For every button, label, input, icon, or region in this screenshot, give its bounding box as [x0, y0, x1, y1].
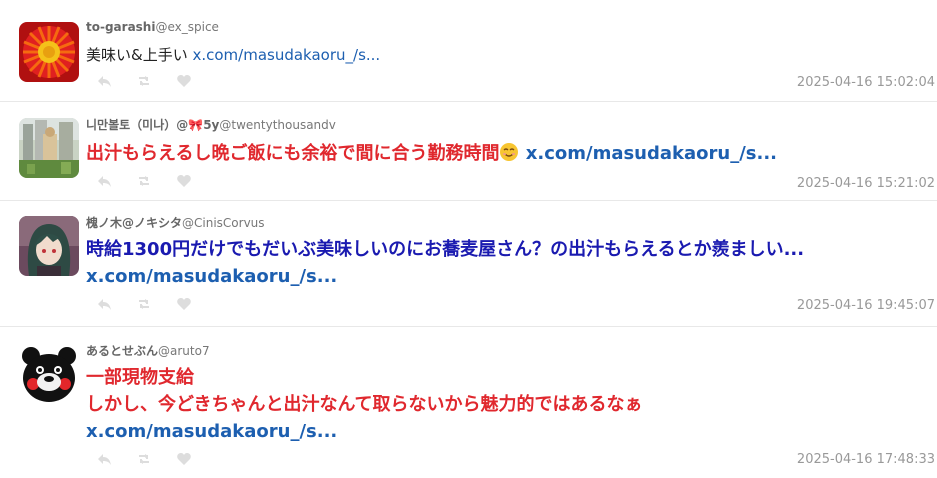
handle[interactable]: @twentythousandv — [219, 118, 336, 132]
heart-icon[interactable] — [176, 73, 216, 89]
author-line: 니만볼토（미나）@🎀5y@twentythousandv — [86, 116, 336, 133]
tweet-actions — [96, 73, 216, 89]
tweet-body-text-line1: 一部現物支給 — [86, 367, 194, 388]
tweet-link[interactable]: x.com/masudakaoru_/s... — [86, 266, 337, 287]
retweet-icon[interactable] — [136, 173, 176, 189]
tweet-feed: to-garashi@ex_spice 美味い&上手い x.com/masuda… — [0, 0, 937, 478]
tweet-item: to-garashi@ex_spice 美味い&上手い x.com/masuda… — [0, 0, 937, 102]
display-name[interactable]: あるとせぶん — [86, 344, 158, 358]
tweet-body-text: 美味い&上手い — [86, 46, 188, 64]
tweet-item: あるとせぶん@aruto7 一部現物支給 しかし、今どきちゃんと出汁なんて取らな… — [0, 327, 937, 478]
avatar[interactable] — [19, 118, 79, 178]
display-name[interactable]: 니만볼토（미나）@ — [86, 118, 188, 132]
tweet-link[interactable]: x.com/masudakaoru_/s... — [192, 46, 380, 64]
tweet-text: 時給1300円だけでもだいぶ美味しいのにお蕎麦屋さん？の出汁もらえるとか羨ましい… — [86, 236, 927, 290]
relieved-face-icon — [500, 143, 519, 161]
timestamp[interactable]: 2025-04-16 15:02:04 — [797, 75, 935, 90]
reply-icon[interactable] — [96, 451, 136, 467]
bow-icon: 🎀 — [188, 118, 204, 132]
tweet-body-text-line2: しかし、今どきちゃんと出汁なんて取らないから魅力的ではあるなぁ — [86, 394, 643, 415]
tweet-actions — [96, 451, 216, 467]
retweet-icon[interactable] — [136, 451, 176, 467]
display-name[interactable]: to-garashi — [86, 20, 155, 34]
tweet-item: 니만볼토（미나）@🎀5y@twentythousandv 出汁もらえるし晩ご飯に… — [0, 102, 937, 201]
avatar[interactable] — [19, 344, 79, 404]
timestamp[interactable]: 2025-04-16 17:48:33 — [797, 452, 935, 467]
tweet-body-text: だけでもだいぶ美味しいのにお蕎麦屋さん？の出汁もらえるとか羨ましい... — [190, 239, 805, 260]
tweet-text: 出汁もらえるし晩ご飯にも余裕で間に合う勤務時間 x.com/masudakaor… — [86, 140, 927, 167]
tweet-body-text: 出汁もらえるし晩ご飯にも余裕で間に合う勤務時間 — [86, 143, 500, 164]
tweet-link[interactable]: x.com/masudakaoru_/s... — [526, 143, 777, 164]
handle[interactable]: @ex_spice — [155, 20, 218, 34]
display-name[interactable]: 槐ノ木@ノキシタ — [86, 216, 182, 230]
handle[interactable]: @aruto7 — [158, 344, 210, 358]
author-line: 槐ノ木@ノキシタ@CinisCorvus — [86, 214, 265, 231]
retweet-icon[interactable] — [136, 296, 176, 312]
heart-icon[interactable] — [176, 173, 216, 189]
author-line: あるとせぶん@aruto7 — [86, 342, 210, 359]
heart-icon[interactable] — [176, 296, 216, 312]
avatar[interactable] — [19, 22, 79, 82]
reply-icon[interactable] — [96, 73, 136, 89]
heart-icon[interactable] — [176, 451, 216, 467]
timestamp[interactable]: 2025-04-16 15:21:02 — [797, 176, 935, 191]
handle[interactable]: @CinisCorvus — [182, 216, 265, 230]
reply-icon[interactable] — [96, 296, 136, 312]
tweet-link[interactable]: x.com/masudakaoru_/s... — [86, 421, 337, 442]
tweet-actions — [96, 173, 216, 189]
author-line: to-garashi@ex_spice — [86, 20, 219, 34]
reply-icon[interactable] — [96, 173, 136, 189]
tweet-item: 槐ノ木@ノキシタ@CinisCorvus 時給1300円だけでもだいぶ美味しいの… — [0, 201, 937, 327]
retweet-icon[interactable] — [136, 73, 176, 89]
tweet-text: 一部現物支給 しかし、今どきちゃんと出汁なんて取らないから魅力的ではあるなぁ x… — [86, 364, 927, 445]
timestamp[interactable]: 2025-04-16 19:45:07 — [797, 298, 935, 313]
tweet-text: 美味い&上手い x.com/masudakaoru_/s... — [86, 44, 927, 65]
avatar[interactable] — [19, 216, 79, 276]
display-name-tail[interactable]: 5y — [203, 118, 219, 132]
tweet-actions — [96, 296, 216, 312]
tweet-body-text-number: 時給1300円 — [86, 239, 191, 260]
